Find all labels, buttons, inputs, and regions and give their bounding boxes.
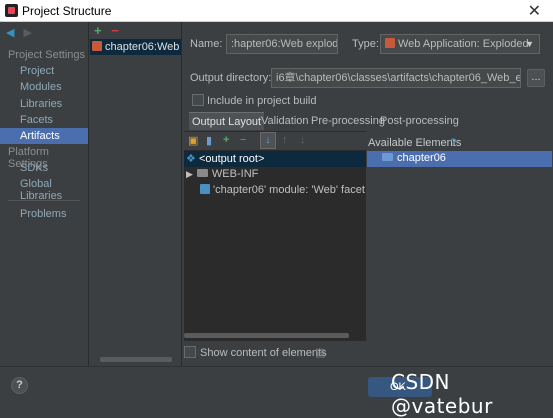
- folder-add-icon[interactable]: ▣: [188, 134, 198, 147]
- help-icon[interactable]: ?: [450, 137, 457, 149]
- nav-item-facets[interactable]: Facets: [20, 114, 53, 126]
- nav-item-problems[interactable]: Problems: [20, 208, 66, 220]
- artifacts-toolbar: + −: [94, 23, 119, 38]
- remove-artifact-icon[interactable]: −: [111, 23, 119, 38]
- output-root-icon: ❖: [186, 153, 196, 165]
- folder-icon: [196, 169, 208, 177]
- show-content-checkbox[interactable]: [184, 346, 196, 358]
- artifacts-list-panel: + − chapter06:Web exploded: [90, 22, 182, 366]
- available-item-chapter06[interactable]: chapter06: [382, 152, 446, 164]
- type-label: Type:: [352, 38, 379, 50]
- type-dropdown[interactable]: Web Application: Exploded ▼: [380, 34, 540, 54]
- module-folder-icon: [382, 153, 393, 161]
- include-build-checkbox[interactable]: [192, 94, 204, 106]
- tab-post-processing[interactable]: Post-processing: [377, 112, 462, 130]
- web-facet-icon: [200, 184, 210, 194]
- available-item-label: chapter06: [397, 152, 446, 164]
- chevron-down-icon: ▼: [525, 39, 534, 49]
- tree-row-label: WEB-INF: [211, 168, 259, 180]
- nav-item-libraries[interactable]: Libraries: [20, 98, 62, 110]
- help-button[interactable]: ?: [11, 377, 28, 394]
- back-arrow-icon[interactable]: ◀: [6, 26, 14, 39]
- forward-arrow-icon[interactable]: ▶: [24, 26, 32, 39]
- tab-pre-processing[interactable]: Pre-processing: [308, 112, 388, 130]
- tree-row-label: <output root>: [198, 153, 265, 165]
- browse-button[interactable]: ...: [527, 69, 545, 87]
- move-down-icon[interactable]: ↓: [300, 134, 306, 146]
- nav-divider: [8, 200, 80, 201]
- sort-icon[interactable]: ↓: [260, 132, 276, 149]
- nav-item-modules[interactable]: Modules: [20, 81, 62, 93]
- nav-item-project[interactable]: Project: [20, 65, 54, 77]
- tree-row-output-root[interactable]: ❖ <output root>: [186, 152, 264, 165]
- name-field[interactable]: :hapter06:Web exploded: [226, 34, 338, 54]
- close-icon[interactable]: ✕: [528, 1, 541, 21]
- nav-arrows: ◀ ▶: [6, 26, 38, 39]
- expand-arrow-icon[interactable]: ▶: [186, 169, 193, 179]
- watermark: CSDN @vatebur: [391, 370, 493, 418]
- tab-output-layout[interactable]: Output Layout: [189, 112, 265, 130]
- nav-item-global-libraries[interactable]: Global Libraries: [20, 178, 88, 202]
- tree-row-web-inf[interactable]: ▶ WEB-INF: [186, 168, 258, 180]
- output-dir-field[interactable]: i6章\chapter06\classes\artifacts\chapter0…: [271, 68, 521, 88]
- available-elements-header: Available Elements: [368, 137, 462, 149]
- intellij-app-icon: [5, 4, 18, 17]
- project-settings-header: Project Settings: [8, 49, 86, 61]
- web-artifact-icon: [92, 41, 102, 51]
- add-icon[interactable]: +: [223, 134, 229, 146]
- tab-validation[interactable]: Validation: [258, 112, 312, 130]
- artifacts-hscrollbar[interactable]: [100, 357, 172, 362]
- include-build-label: Include in project build: [207, 95, 317, 107]
- output-layout-toolbar: ▣ ▮ + − ↓ ↑ ↓: [184, 132, 366, 150]
- move-up-icon[interactable]: ↑: [282, 134, 288, 146]
- window-title: Project Structure: [22, 4, 112, 18]
- nav-item-artifacts[interactable]: Artifacts: [0, 128, 88, 144]
- name-label: Name:: [190, 38, 223, 50]
- show-content-label: Show content of elements: [200, 347, 327, 359]
- remove-icon[interactable]: −: [240, 134, 246, 146]
- add-artifact-icon[interactable]: +: [94, 23, 102, 38]
- nav-item-sdks[interactable]: SDKs: [20, 162, 48, 174]
- type-value: Web Application: Exploded: [398, 38, 529, 50]
- settings-nav: ◀ ▶ Project Settings Project Modules Lib…: [0, 22, 89, 366]
- options-icon[interactable]: ▤: [315, 346, 325, 359]
- artifact-label: chapter06:Web exploded: [105, 41, 181, 53]
- output-dir-label: Output directory:: [190, 72, 272, 84]
- artifact-item[interactable]: chapter06:Web exploded: [90, 39, 181, 55]
- archive-icon[interactable]: ▮: [206, 134, 212, 147]
- title-bar: Project Structure ✕: [0, 0, 553, 22]
- layout-hscrollbar[interactable]: [184, 333, 349, 338]
- web-app-icon: [385, 38, 395, 48]
